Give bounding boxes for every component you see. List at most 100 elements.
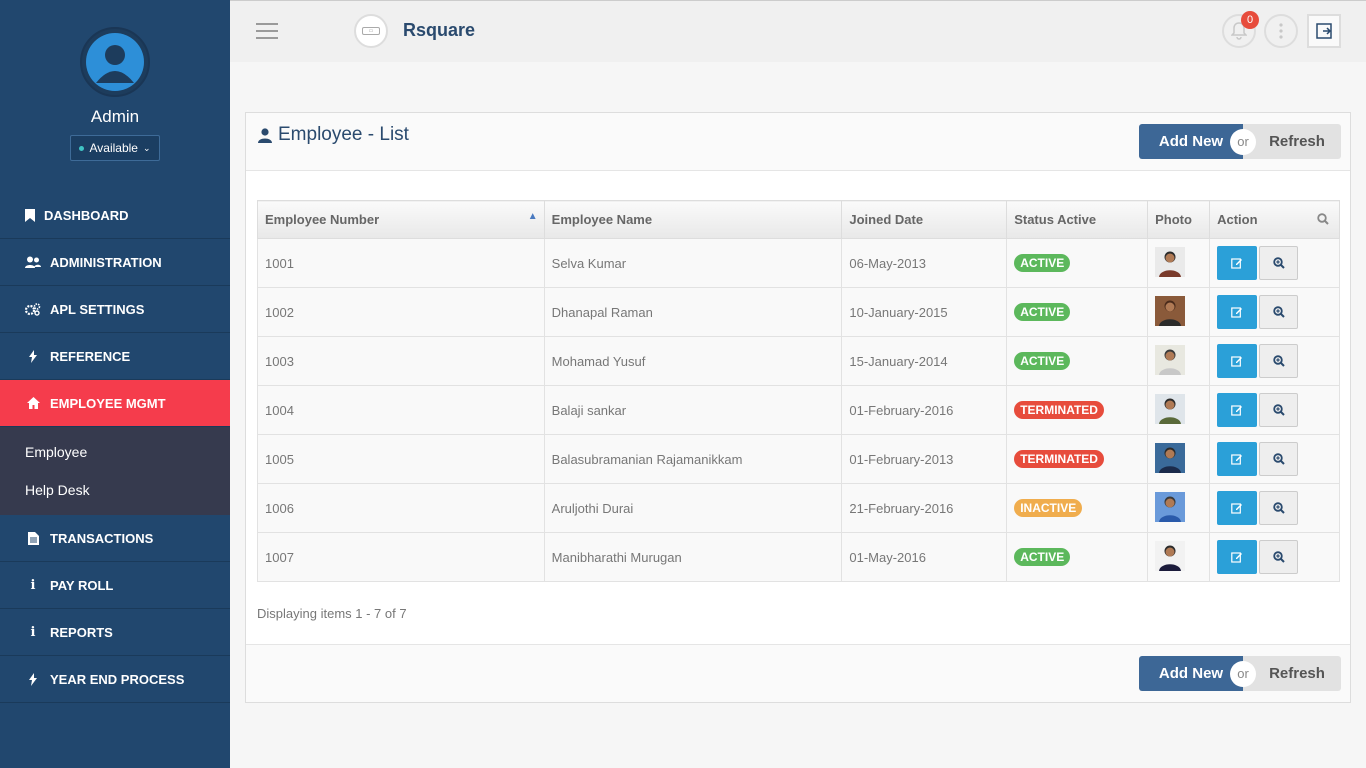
add-new-button[interactable]: Add New (1139, 124, 1243, 159)
nav-item-label: DASHBOARD (44, 207, 129, 223)
bookmark-icon (25, 208, 35, 222)
status-cell: ACTIVE (1006, 336, 1149, 386)
employee-photo[interactable] (1155, 393, 1186, 424)
nav-item-transactions[interactable]: TRANSACTIONS (0, 515, 230, 562)
status-cell: TERMINATED (1006, 434, 1149, 484)
status-badge: ACTIVE (1014, 352, 1071, 370)
nav-item-pay-roll[interactable]: i PAY ROLL (0, 562, 230, 609)
employee-name-cell: Aruljothi Durai (543, 483, 843, 533)
notification-count-badge: 0 (1241, 11, 1259, 29)
refresh-button[interactable]: Refresh (1243, 124, 1341, 159)
submenu-item-help-desk[interactable]: Help Desk (0, 471, 230, 509)
edit-button[interactable] (1217, 295, 1258, 329)
logout-button[interactable] (1307, 14, 1341, 48)
employee-photo[interactable] (1155, 491, 1186, 522)
employee-photo[interactable] (1155, 246, 1186, 277)
refresh-button[interactable]: Refresh (1243, 656, 1341, 691)
info-icon: i (30, 577, 36, 593)
photo-cell (1147, 336, 1211, 386)
view-button[interactable] (1259, 540, 1299, 574)
action-cell (1209, 287, 1340, 337)
nav-item-employee-mgmt[interactable]: EMPLOYEE MGMT (0, 380, 230, 427)
view-button[interactable] (1259, 246, 1299, 280)
or-separator: or (1230, 660, 1256, 687)
employee-submenu: Employee Help Desk (0, 427, 230, 515)
nav-item-label: REPORTS (50, 624, 113, 640)
table-header-row: Employee Number ▲ Employee Name Joined Da… (257, 200, 1340, 239)
sort-ascending-icon: ▲ (527, 211, 538, 222)
photo-cell (1147, 532, 1211, 582)
nav-item-label: PAY ROLL (50, 577, 114, 593)
table-row: 1002 Dhanapal Raman 10-January-2015 ACTIVE (257, 287, 1340, 337)
pagination-info: Displaying items 1 - 7 of 7 (257, 606, 407, 621)
joined-date-cell: 01-May-2016 (841, 532, 1008, 582)
nav-item-label: YEAR END PROCESS (50, 671, 185, 687)
status-dropdown[interactable]: Available ⌄ (70, 135, 160, 161)
column-header-joined-date[interactable]: Joined Date (841, 200, 1008, 239)
edit-icon (1231, 405, 1243, 416)
nav-item-reports[interactable]: i REPORTS (0, 609, 230, 656)
status-label: Available (89, 141, 138, 155)
view-button[interactable] (1259, 442, 1299, 476)
nav-item-dashboard[interactable]: DASHBOARD (0, 192, 230, 239)
employee-photo[interactable] (1155, 344, 1186, 375)
table-row: 1003 Mohamad Yusuf 15-January-2014 ACTIVE (257, 336, 1340, 386)
nav-item-label: REFERENCE (50, 348, 131, 364)
nav-item-administration[interactable]: ADMINISTRATION (0, 239, 230, 286)
nav-item-label: TRANSACTIONS (50, 530, 154, 546)
column-header-employee-number[interactable]: Employee Number ▲ (257, 200, 545, 239)
employee-photo[interactable] (1155, 540, 1186, 571)
submenu-item-employee[interactable]: Employee (0, 433, 230, 471)
employee-number-cell: 1002 (257, 287, 545, 337)
hamburger-menu-icon[interactable] (256, 23, 278, 44)
view-button[interactable] (1259, 393, 1299, 427)
employee-number-cell: 1005 (257, 434, 545, 484)
status-badge: ACTIVE (1014, 254, 1071, 272)
search-icon[interactable] (1317, 213, 1329, 228)
home-icon (25, 397, 41, 409)
employee-number-cell: 1004 (257, 385, 545, 435)
edit-button[interactable] (1217, 344, 1258, 378)
employee-photo[interactable] (1155, 295, 1186, 326)
zoom-in-icon (1272, 257, 1285, 269)
add-new-button[interactable]: Add New (1139, 656, 1243, 691)
employee-name-cell: Selva Kumar (543, 238, 843, 288)
photo-cell (1147, 287, 1211, 337)
edit-icon (1231, 503, 1243, 514)
photo-cell (1147, 385, 1211, 435)
view-button[interactable] (1259, 344, 1299, 378)
nav-item-apl-settings[interactable]: APL SETTINGS (0, 286, 230, 333)
info-icon: i (30, 624, 36, 640)
nav-item-year-end-process[interactable]: YEAR END PROCESS (0, 656, 230, 703)
edit-button[interactable] (1217, 442, 1258, 476)
photo-cell (1147, 238, 1211, 288)
view-button[interactable] (1259, 295, 1299, 329)
panel-header: Employee - List Add New or Refresh (246, 113, 1350, 171)
action-cell (1209, 385, 1340, 435)
or-separator: or (1230, 128, 1256, 155)
status-cell: ACTIVE (1006, 287, 1149, 337)
page-title-text: Employee - List (278, 124, 409, 145)
edit-button[interactable] (1217, 393, 1258, 427)
column-header-employee-name[interactable]: Employee Name (543, 200, 843, 239)
employee-photo[interactable] (1155, 442, 1186, 473)
action-cell (1209, 532, 1340, 582)
status-dot-icon (79, 145, 85, 151)
edit-button[interactable] (1217, 491, 1258, 525)
edit-button[interactable] (1217, 246, 1258, 280)
avatar[interactable] (80, 27, 150, 97)
column-header-status-active[interactable]: Status Active (1006, 200, 1149, 239)
nav-item-reference[interactable]: REFERENCE (0, 333, 230, 380)
view-button[interactable] (1259, 491, 1299, 525)
zoom-in-icon (1272, 453, 1285, 465)
joined-date-cell: 21-February-2016 (841, 483, 1008, 533)
status-badge: INACTIVE (1014, 499, 1083, 517)
more-options-button[interactable] (1264, 14, 1298, 48)
employee-number-cell: 1001 (257, 238, 545, 288)
column-header-action: Action (1209, 200, 1340, 239)
edit-button[interactable] (1217, 540, 1258, 574)
cogs-icon (25, 302, 41, 316)
status-badge: TERMINATED (1014, 401, 1104, 419)
nav-item-label: EMPLOYEE MGMT (50, 395, 166, 411)
zoom-in-icon (1272, 404, 1285, 416)
